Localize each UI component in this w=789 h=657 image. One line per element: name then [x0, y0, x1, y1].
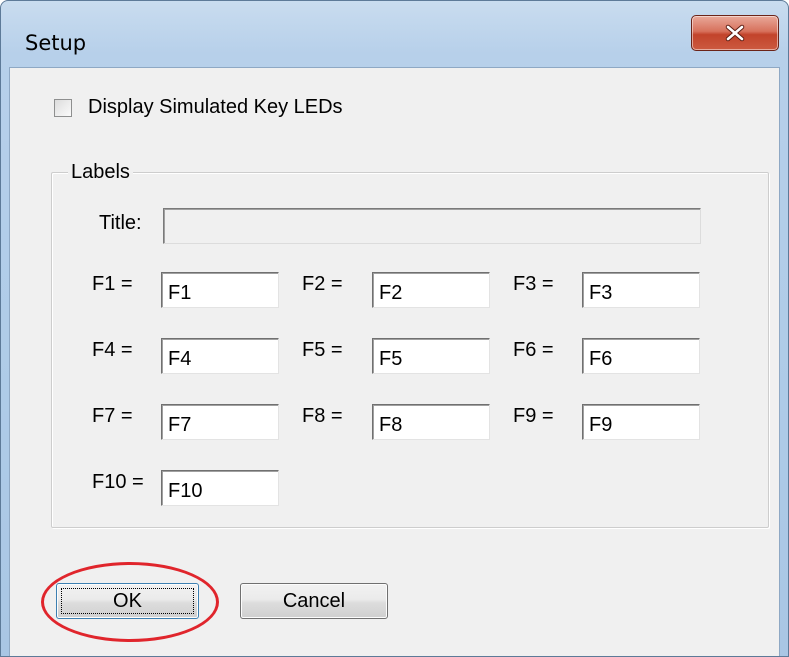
f7-input[interactable]: F7 [161, 404, 279, 440]
f3-label: F3 = [513, 273, 554, 295]
title-bar[interactable]: Setup [1, 1, 788, 67]
f4-label: F4 = [92, 339, 133, 361]
window-title: Setup [25, 31, 87, 55]
f3-input[interactable]: F3 [582, 272, 700, 308]
cancel-button-label: Cancel [282, 589, 346, 612]
close-x-icon [725, 24, 745, 42]
f6-input[interactable]: F6 [582, 338, 700, 374]
f6-label: F6 = [513, 339, 554, 361]
display-leds-label[interactable]: Display Simulated Key LEDs [88, 96, 343, 119]
title-field[interactable] [163, 208, 701, 244]
display-leds-checkbox[interactable] [54, 98, 72, 117]
f2-label: F2 = [302, 273, 343, 295]
dialog-client-area: Display Simulated Key LEDs Labels Title:… [9, 67, 780, 656]
f10-input[interactable]: F10 [161, 470, 279, 506]
labels-group-legend: Labels [68, 160, 133, 184]
display-leds-option[interactable]: Display Simulated Key LEDs [54, 96, 343, 119]
title-field-label: Title: [99, 212, 142, 234]
f8-input[interactable]: F8 [372, 404, 490, 440]
f1-label: F1 = [92, 273, 133, 295]
f2-input[interactable]: F2 [372, 272, 490, 308]
ok-button[interactable]: OK [56, 583, 199, 619]
setup-dialog: Setup Display Simulated Key LEDs Labels … [0, 0, 789, 657]
f10-label: F10 = [92, 471, 144, 493]
f5-input[interactable]: F5 [372, 338, 490, 374]
f8-label: F8 = [302, 405, 343, 427]
close-button[interactable] [691, 15, 779, 51]
f1-input[interactable]: F1 [161, 272, 279, 308]
focus-rectangle [61, 588, 194, 614]
f9-label: F9 = [513, 405, 554, 427]
f4-input[interactable]: F4 [161, 338, 279, 374]
f9-input[interactable]: F9 [582, 404, 700, 440]
f5-label: F5 = [302, 339, 343, 361]
cancel-button[interactable]: Cancel [240, 583, 388, 619]
f7-label: F7 = [92, 405, 133, 427]
